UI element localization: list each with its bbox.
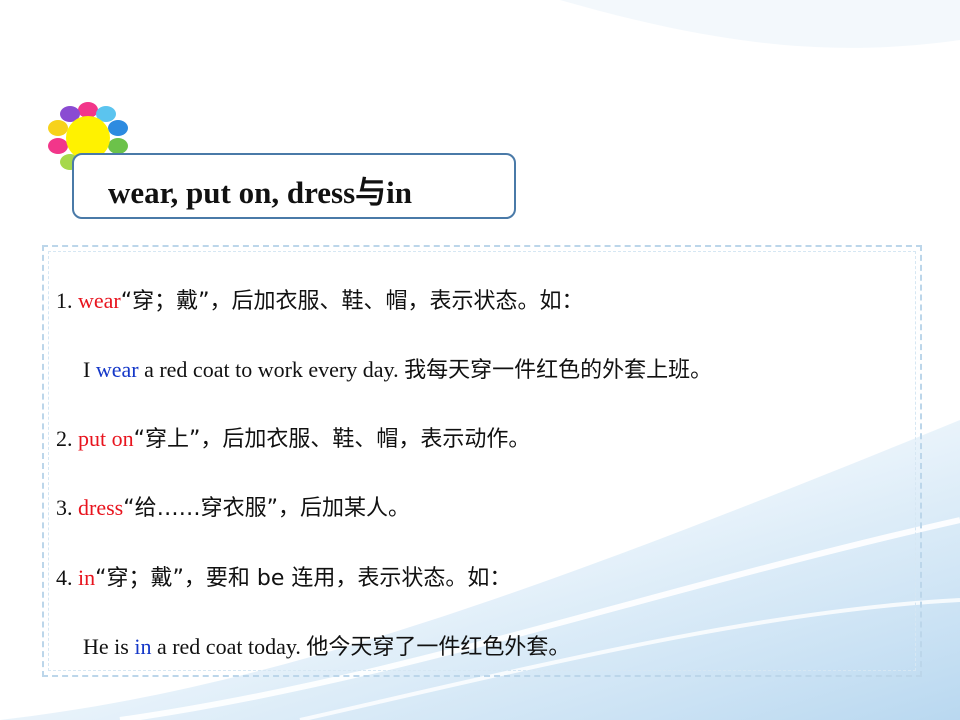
keyword: wear [95,357,139,382]
keyword: in [78,565,96,590]
page-title: wear, put on, dress与in [108,175,413,210]
keyword: in [134,634,152,659]
keyword: wear [78,288,121,313]
list-item: 1. wear“穿；戴”，后加衣服、鞋、帽，表示状态。如： [56,288,584,314]
example-sentence: I wear a red coat to work every day. 我每天… [83,357,713,383]
title-box: wear, put on, dress与in [72,153,516,219]
keyword: dress [78,495,124,520]
example-sentence: He is in a red coat today. 他今天穿了一件红色外套。 [83,634,571,660]
keyword: put on [78,426,134,451]
list-item: 4. in“穿；戴”，要和 be 连用，表示状态。如： [56,565,512,591]
list-item: 3. dress“给……穿衣服”，后加某人。 [56,495,411,521]
list-item: 2. put on“穿上”，后加衣服、鞋、帽，表示动作。 [56,426,531,452]
